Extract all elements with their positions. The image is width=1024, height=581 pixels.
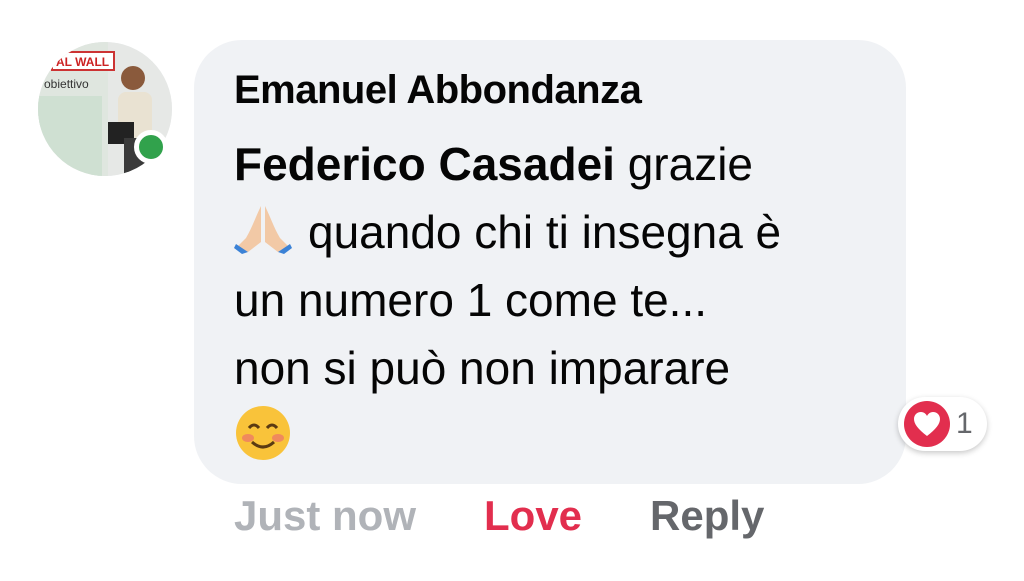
smiling-face-emoji: [236, 406, 290, 460]
comment-text: Federico Casadei grazie quando chi ti in…: [234, 130, 894, 470]
timestamp[interactable]: Just now: [234, 492, 416, 540]
online-status-indicator: [134, 130, 168, 164]
comment-text-line2: quando chi ti insegna è: [308, 206, 782, 258]
avatar-board-text: obiettivo: [44, 77, 89, 91]
avatar-sign-text: AL WALL: [56, 55, 109, 69]
pray-emoji: [234, 206, 292, 254]
comment-actions: Just now Love Reply: [234, 492, 764, 540]
heart-icon: [904, 401, 950, 447]
reaction-count: 1: [956, 407, 973, 440]
comment-text-line4: non si può non imparare: [234, 342, 731, 394]
love-button[interactable]: Love: [484, 492, 582, 540]
comment-text-line3: un numero 1 come te...: [234, 274, 708, 326]
comment-bubble: Emanuel Abbondanza Federico Casadei graz…: [194, 40, 906, 484]
mention-link[interactable]: Federico Casadei: [234, 138, 615, 190]
reaction-summary[interactable]: 1: [898, 397, 987, 451]
comment-text-line1: grazie: [614, 138, 754, 190]
reply-button[interactable]: Reply: [650, 492, 764, 540]
comment-author[interactable]: Emanuel Abbondanza: [234, 68, 642, 113]
